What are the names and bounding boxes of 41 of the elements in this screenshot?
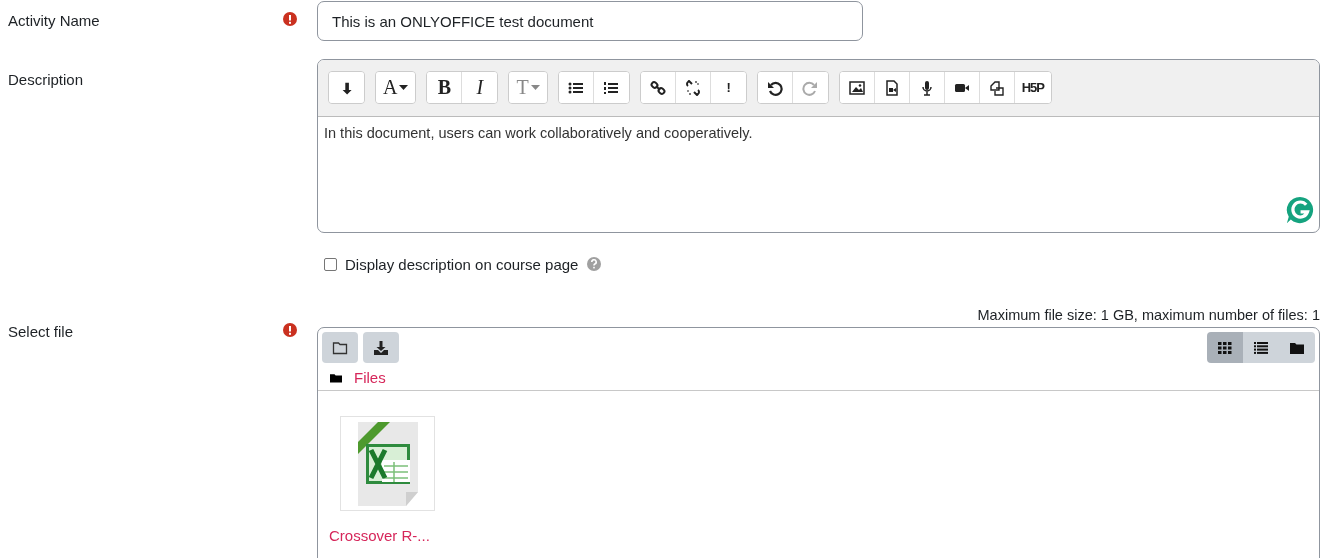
field-label: Select file: [7, 322, 75, 340]
help-icon: [586, 256, 603, 272]
folder-icon: [330, 371, 342, 384]
input-field[interactable]: This is an ONLYOFFICE test document: [317, 1, 863, 41]
copy-icon: [988, 79, 1005, 96]
folder-icon: [332, 339, 348, 356]
bullet-list-button[interactable]: [558, 72, 594, 103]
unlink-icon: [684, 79, 701, 96]
bold-button[interactable]: B: [427, 72, 463, 103]
undo-button[interactable]: [757, 72, 793, 103]
font-color-button[interactable]: A: [376, 72, 416, 103]
image-button[interactable]: [839, 72, 875, 103]
image-icon: [848, 79, 865, 96]
file-thumbnail[interactable]: [340, 416, 435, 511]
file-limits-text: Maximum file size: 1 GB, maximum number of files: 1: [976, 307, 1320, 323]
download-icon: [373, 339, 389, 356]
folder-view-button[interactable]: [1279, 332, 1315, 363]
redo-icon: [802, 79, 819, 96]
grid-view-icon: [1217, 339, 1233, 356]
grammar-assistant-icon: [1285, 195, 1315, 225]
media-icon: [883, 79, 900, 96]
caret-icon: [530, 85, 540, 90]
checkbox-label: Display description on course page: [345, 255, 579, 273]
font-size-button[interactable]: T: [509, 72, 547, 103]
field-label: Description: [7, 70, 85, 88]
numbered-list-icon: [603, 79, 620, 96]
new-folder-button[interactable]: [322, 332, 358, 363]
file-name-link[interactable]: Crossover R-...: [329, 527, 430, 544]
indent-button[interactable]: [329, 72, 364, 103]
undo-icon: [766, 79, 783, 96]
breadcrumb-link[interactable]: Files: [354, 369, 386, 386]
list-view-button[interactable]: [1243, 332, 1279, 363]
list-view-icon: [1253, 339, 1269, 356]
checkbox[interactable]: [324, 257, 337, 271]
link-button[interactable]: [640, 72, 676, 103]
link-icon: [649, 79, 666, 96]
download-button[interactable]: [363, 332, 399, 363]
description-text: In this document, users can work collaboratively and cooperatively.: [324, 125, 753, 141]
caret-icon: [399, 85, 409, 90]
grid-view-button[interactable]: [1207, 332, 1243, 363]
field-label: Activity Name: [7, 11, 101, 29]
